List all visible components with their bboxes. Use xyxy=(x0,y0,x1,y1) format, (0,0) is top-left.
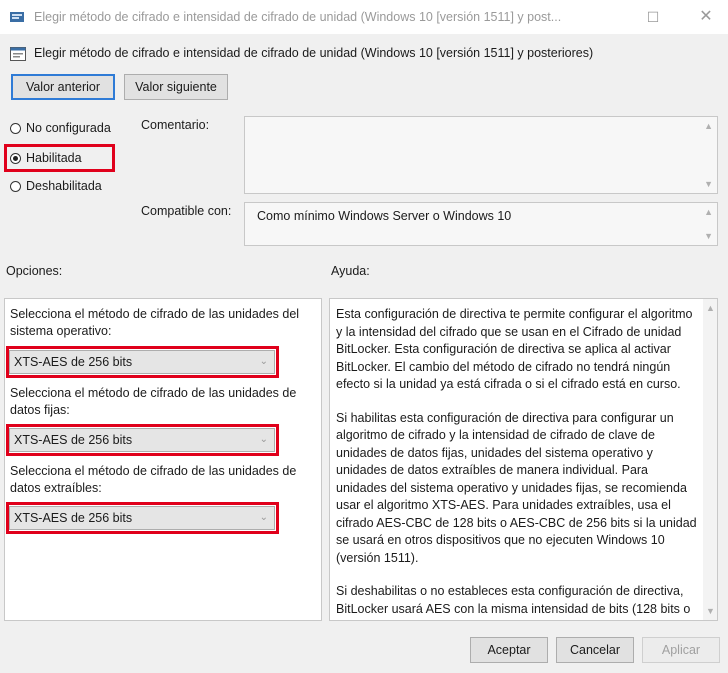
ok-button[interactable]: Aceptar xyxy=(470,637,548,663)
scroll-up-arrow-icon[interactable]: ▲ xyxy=(706,303,715,313)
maximize-button[interactable]: ☐ xyxy=(641,6,665,28)
option-label-os: Selecciona el método de cifrado de las u… xyxy=(10,307,300,338)
compatible-label: Compatible con: xyxy=(141,204,232,218)
close-button[interactable]: ✕ xyxy=(694,6,718,28)
scroll-up-arrow-icon[interactable]: ▲ xyxy=(704,121,713,131)
radio-button-icon[interactable] xyxy=(10,152,21,164)
help-panel[interactable]: Esta configuración de directiva te permi… xyxy=(329,298,718,621)
previous-setting-button[interactable]: Valor anterior xyxy=(11,74,115,100)
radio-label: No configurada xyxy=(26,121,111,135)
scroll-down-arrow-icon[interactable]: ▼ xyxy=(706,606,715,616)
os-drive-method-select[interactable]: XTS-AES de 256 bits ⌄ xyxy=(9,350,275,374)
options-heading: Opciones: xyxy=(6,264,63,278)
compatible-value: Como mínimo Windows Server o Windows 10 xyxy=(257,209,512,223)
option-label-fixed: Selecciona el método de cifrado de las u… xyxy=(10,386,297,417)
radio-label: Habilitada xyxy=(26,151,82,165)
help-scrollbar[interactable]: ▲ ▼ xyxy=(703,299,717,620)
chevron-down-icon[interactable]: ⌄ xyxy=(260,351,268,373)
radio-not-configured[interactable]: No configurada xyxy=(10,118,111,138)
fixed-drive-method-select[interactable]: XTS-AES de 256 bits ⌄ xyxy=(9,428,275,452)
cancel-button[interactable]: Cancelar xyxy=(556,637,634,663)
select-value: XTS-AES de 256 bits xyxy=(14,433,133,447)
help-paragraph: Si habilitas esta configuración de direc… xyxy=(336,410,697,565)
comment-label: Comentario: xyxy=(141,118,210,132)
policy-title: Elegir método de cifrado e intensidad de… xyxy=(34,46,594,60)
policy-setting-icon xyxy=(10,47,26,61)
scroll-down-arrow-icon[interactable]: ▼ xyxy=(704,231,713,241)
select-value: XTS-AES de 256 bits xyxy=(14,511,133,525)
scroll-up-arrow-icon[interactable]: ▲ xyxy=(704,207,713,217)
radio-enabled[interactable]: Habilitada xyxy=(10,148,82,168)
policy-icon xyxy=(10,12,24,22)
scroll-down-arrow-icon[interactable]: ▼ xyxy=(704,179,713,189)
compatible-field: Como mínimo Windows Server o Windows 10 … xyxy=(244,202,718,246)
radio-label: Deshabilitada xyxy=(26,179,102,193)
window-title: Elegir método de cifrado e intensidad de… xyxy=(34,10,562,24)
help-text: Esta configuración de directiva te permi… xyxy=(336,306,698,620)
help-paragraph: Si deshabilitas o no estableces esta con… xyxy=(336,584,691,620)
help-heading: Ayuda: xyxy=(331,264,370,278)
select-value: XTS-AES de 256 bits xyxy=(14,355,133,369)
chevron-down-icon[interactable]: ⌄ xyxy=(260,429,268,451)
title-bar: Elegir método de cifrado e intensidad de… xyxy=(0,0,728,34)
apply-button[interactable]: Aplicar xyxy=(642,637,720,663)
radio-button-icon[interactable] xyxy=(10,122,21,134)
chevron-down-icon[interactable]: ⌄ xyxy=(260,507,268,529)
help-paragraph: Esta configuración de directiva te permi… xyxy=(336,307,693,391)
next-setting-button[interactable]: Valor siguiente xyxy=(124,74,228,100)
radio-disabled[interactable]: Deshabilitada xyxy=(10,176,102,196)
comment-textarea[interactable]: ▲ ▼ xyxy=(244,116,718,194)
removable-drive-method-select[interactable]: XTS-AES de 256 bits ⌄ xyxy=(9,506,275,530)
option-label-removable: Selecciona el método de cifrado de las u… xyxy=(10,464,297,495)
radio-button-icon[interactable] xyxy=(10,180,21,192)
